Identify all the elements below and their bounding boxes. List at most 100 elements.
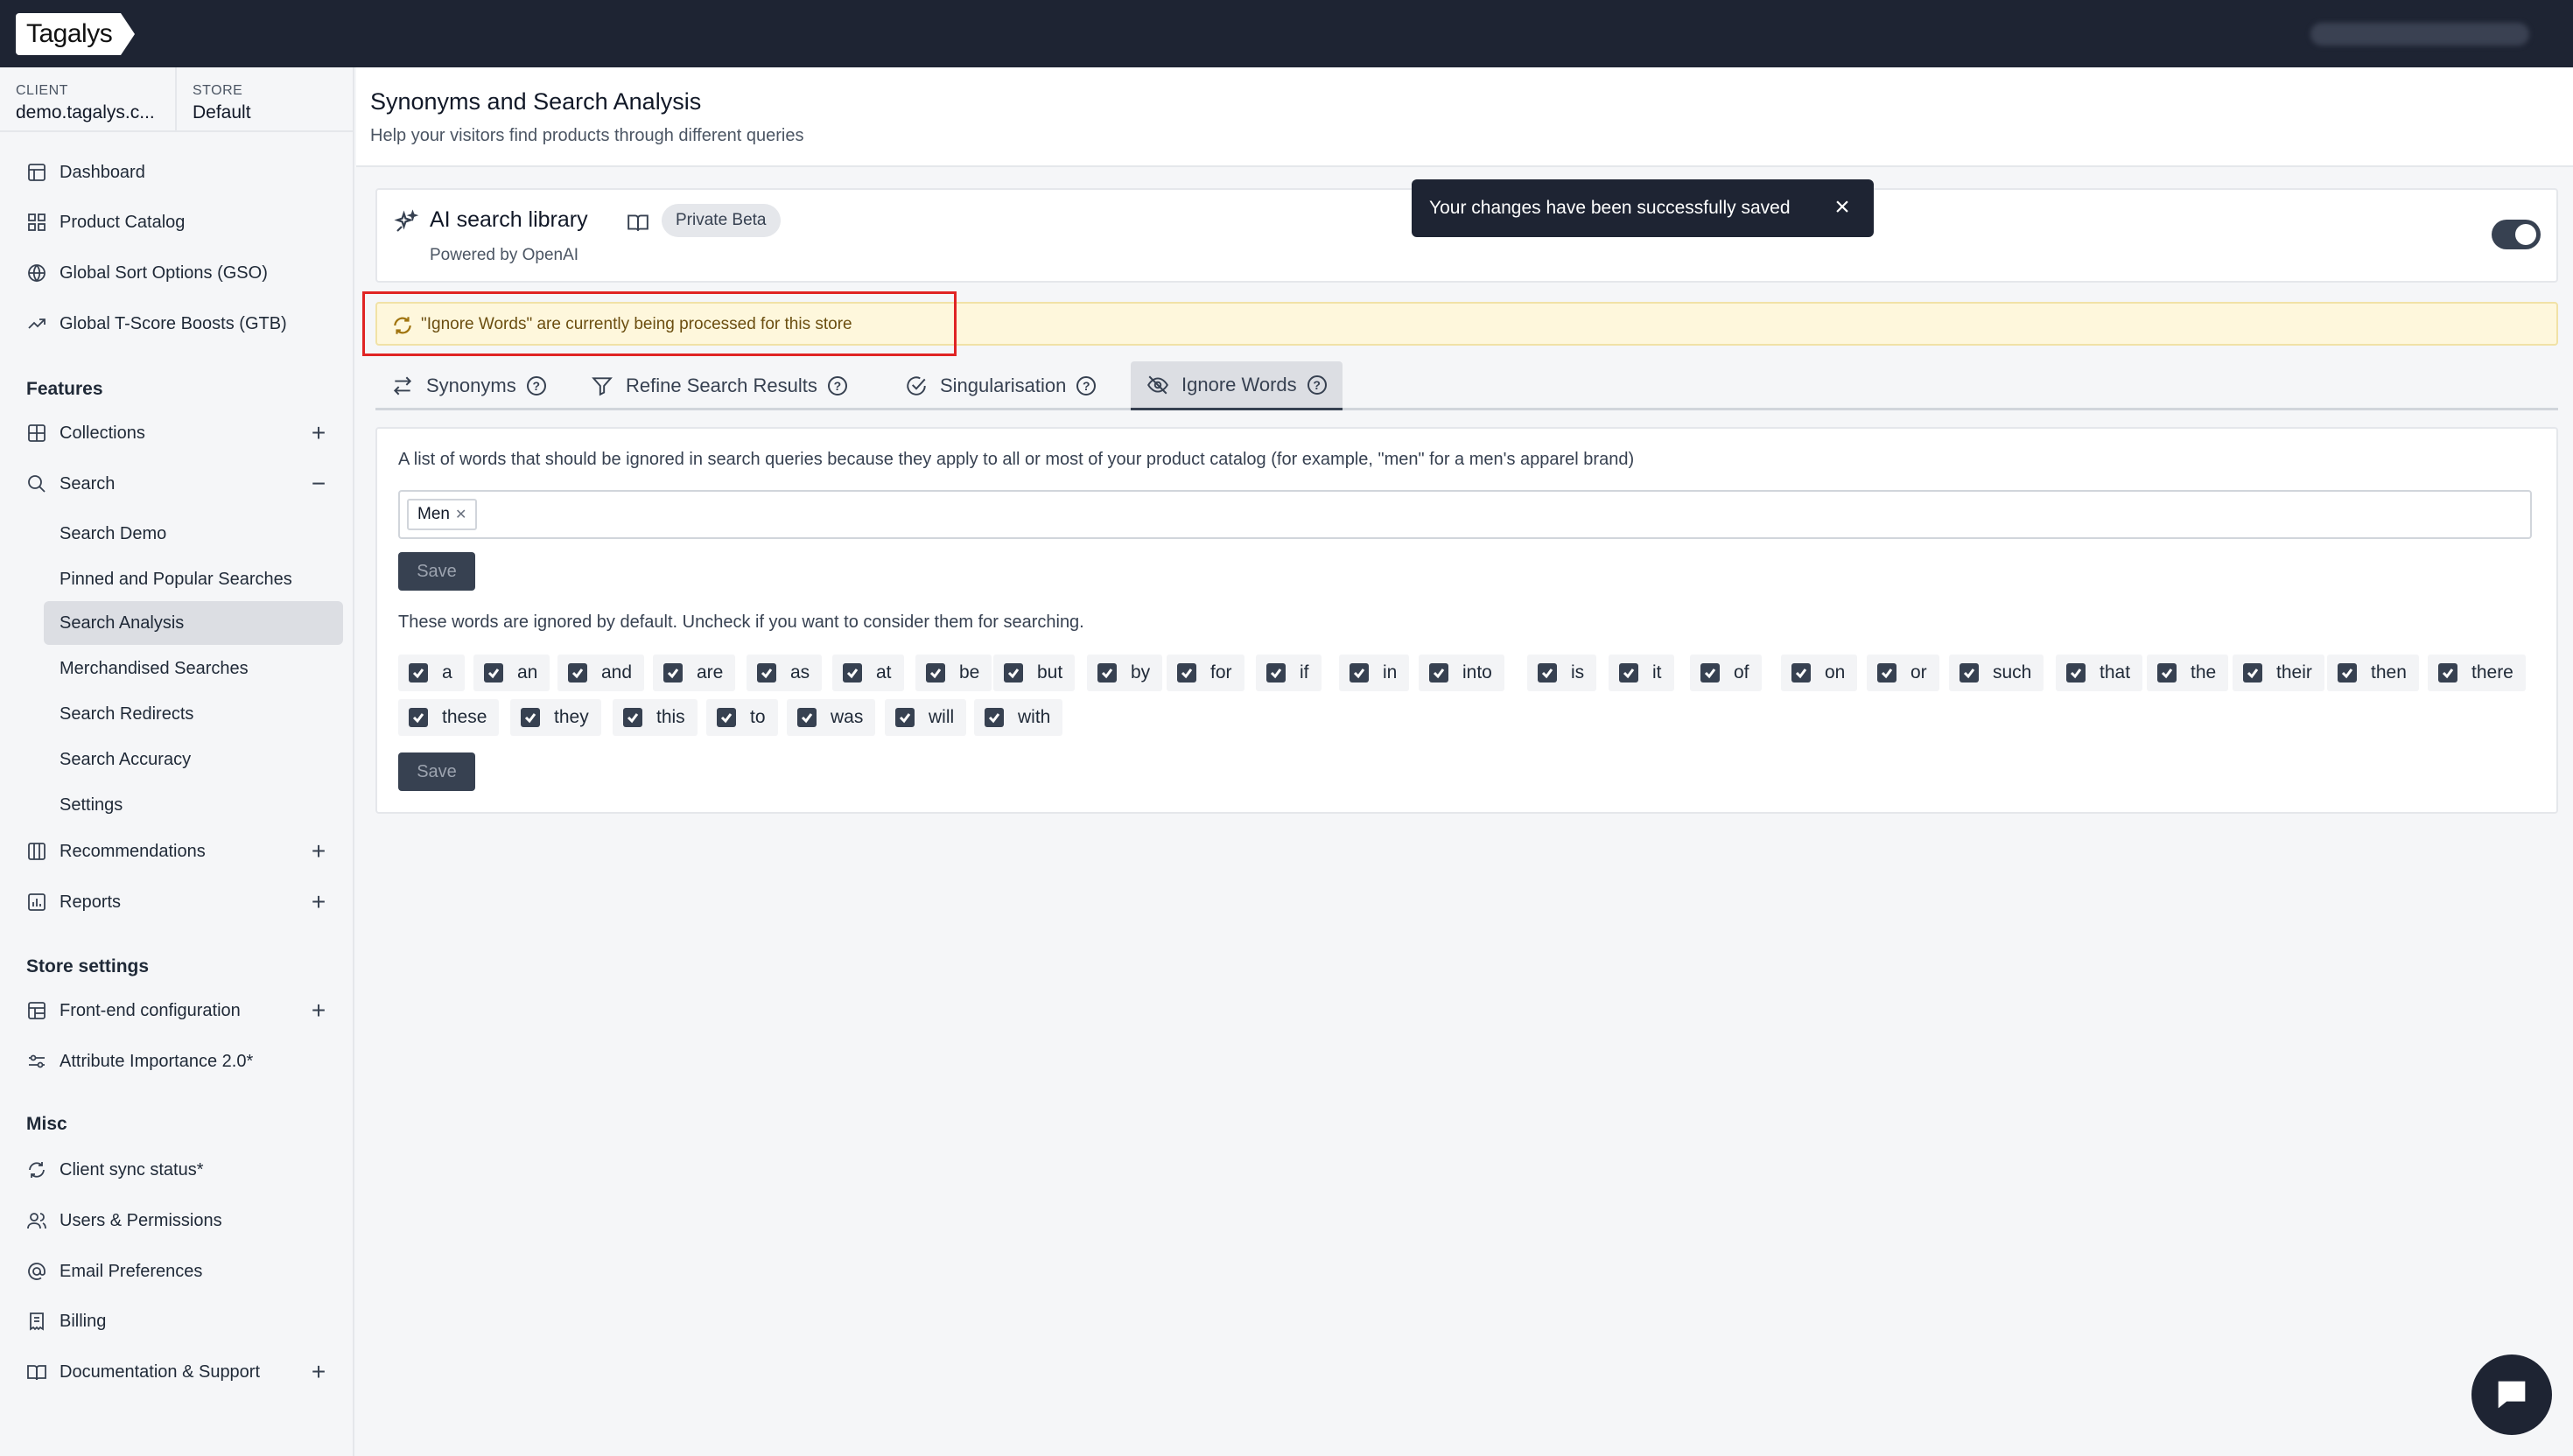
ignore-word-checkbox[interactable]: for [1167,654,1244,691]
ignore-word-checkbox[interactable]: and [557,654,645,691]
ignore-word-checkbox[interactable]: into [1419,654,1504,691]
tab-singularisation[interactable]: Singularisation ? [889,361,1111,410]
sidebar-subitem-accuracy[interactable]: Search Accuracy [44,738,343,781]
client-selector[interactable]: CLIENT demo.tagalys.c... [0,67,177,130]
expand-documentation-button[interactable]: + [308,1360,329,1384]
expand-collections-button[interactable]: + [308,421,329,445]
sidebar-item-dashboard[interactable]: Dashboard [26,155,145,190]
checkbox-checked-icon[interactable] [409,663,428,682]
expand-frontend-config-button[interactable]: + [308,998,329,1023]
save-button[interactable]: Save [398,552,475,591]
ignore-word-checkbox[interactable]: at [832,654,904,691]
ignore-word-checkbox[interactable]: an [473,654,550,691]
ignore-word-checkbox[interactable]: these [398,699,500,736]
sidebar-item-reports[interactable]: Reports [26,885,121,920]
checkbox-checked-icon[interactable] [843,663,862,682]
user-account-menu[interactable] [2310,23,2529,46]
ignore-word-checkbox[interactable]: on [1781,654,1858,691]
sidebar-item-gso[interactable]: Global Sort Options (GSO) [26,256,268,290]
sidebar-item-billing[interactable]: Billing [26,1304,106,1339]
help-icon[interactable]: ? [827,376,847,396]
checkbox-checked-icon[interactable] [1097,663,1117,682]
ignore-word-checkbox[interactable]: that [2056,654,2143,691]
expand-reports-button[interactable]: + [308,890,329,914]
sidebar-item-email-preferences[interactable]: Email Preferences [26,1254,202,1289]
ignore-word-checkbox[interactable]: by [1087,654,1163,691]
sidebar-item-product-catalog[interactable]: Product Catalog [26,205,185,240]
checkbox-checked-icon[interactable] [1350,663,1369,682]
checkbox-checked-icon[interactable] [1004,663,1023,682]
ignore-word-checkbox[interactable]: a [398,654,465,691]
checkbox-checked-icon[interactable] [2066,663,2086,682]
ignore-word-checkbox[interactable]: if [1256,654,1322,691]
checkbox-checked-icon[interactable] [2243,663,2262,682]
save-defaults-button[interactable]: Save [398,752,475,791]
checkbox-checked-icon[interactable] [1700,663,1720,682]
tab-refine-search-results[interactable]: Refine Search Results ? [575,361,863,410]
checkbox-checked-icon[interactable] [1877,663,1896,682]
ignore-word-checkbox[interactable]: their [2233,654,2324,691]
tab-ignore-words[interactable]: Ignore Words ? [1131,361,1343,410]
sidebar-item-users-permissions[interactable]: Users & Permissions [26,1203,222,1238]
sidebar-subitem-pinned-popular[interactable]: Pinned and Popular Searches [44,557,343,601]
checkbox-checked-icon[interactable] [2438,663,2457,682]
tab-synonyms[interactable]: Synonyms ? [375,361,562,410]
sidebar-item-recommendations[interactable]: Recommendations [26,834,206,869]
checkbox-checked-icon[interactable] [1538,663,1557,682]
sidebar-item-collections[interactable]: Collections [26,416,145,451]
checkbox-checked-icon[interactable] [797,708,817,727]
checkbox-checked-icon[interactable] [2338,663,2357,682]
ignore-word-checkbox[interactable]: to [706,699,778,736]
ignore-word-checkbox[interactable]: as [747,654,823,691]
checkbox-checked-icon[interactable] [1429,663,1448,682]
help-icon[interactable]: ? [1076,376,1097,396]
book-open-icon[interactable] [627,211,649,234]
ignore-word-checkbox[interactable]: with [974,699,1063,736]
help-icon[interactable]: ? [1307,374,1327,395]
close-icon[interactable]: × [1830,194,1854,220]
checkbox-checked-icon[interactable] [1960,663,1979,682]
sidebar-item-gtb[interactable]: Global T-Score Boosts (GTB) [26,306,287,341]
checkbox-checked-icon[interactable] [521,708,540,727]
checkbox-checked-icon[interactable] [663,663,683,682]
sidebar-item-client-sync[interactable]: Client sync status* [26,1152,204,1187]
ignore-word-checkbox[interactable]: is [1527,654,1597,691]
help-icon[interactable]: ? [526,376,546,396]
store-selector[interactable]: STORE Default [177,67,267,130]
ignore-word-checkbox[interactable]: the [2147,654,2229,691]
ignore-word-checkbox[interactable]: but [993,654,1076,691]
checkbox-checked-icon[interactable] [1266,663,1286,682]
checkbox-checked-icon[interactable] [895,708,915,727]
ignore-word-checkbox[interactable]: then [2327,654,2419,691]
ignore-word-checkbox[interactable]: there [2428,654,2526,691]
checkbox-checked-icon[interactable] [1791,663,1811,682]
checkbox-checked-icon[interactable] [623,708,642,727]
ai-search-toggle[interactable] [2492,220,2541,249]
checkbox-checked-icon[interactable] [717,708,736,727]
sidebar-item-documentation[interactable]: Documentation & Support [26,1354,260,1390]
expand-recommendations-button[interactable]: + [308,839,329,864]
ignore-word-checkbox[interactable]: will [885,699,967,736]
sidebar-item-search[interactable]: Search [26,466,115,501]
sidebar-item-attribute-importance[interactable]: Attribute Importance 2.0* [26,1044,253,1079]
sidebar-subitem-settings[interactable]: Settings [44,783,343,827]
sidebar-subitem-search-demo[interactable]: Search Demo [44,512,343,556]
remove-chip-icon[interactable]: ✕ [455,506,466,523]
checkbox-checked-icon[interactable] [1177,663,1196,682]
ignore-word-checkbox[interactable]: of [1690,654,1762,691]
ignore-word-checkbox[interactable]: in [1339,654,1410,691]
checkbox-checked-icon[interactable] [1619,663,1638,682]
sidebar-subitem-redirects[interactable]: Search Redirects [44,692,343,736]
sidebar-subitem-merchandised[interactable]: Merchandised Searches [44,647,343,690]
collapse-search-button[interactable]: − [308,472,329,496]
chat-widget-button[interactable] [2471,1354,2552,1435]
ignore-word-checkbox[interactable]: it [1609,654,1674,691]
ignore-word-checkbox[interactable]: or [1867,654,1939,691]
sidebar-subitem-search-analysis[interactable]: Search Analysis [44,601,343,645]
ignore-word-checkbox[interactable]: be [915,654,992,691]
sidebar-item-frontend-config[interactable]: Front-end configuration [26,993,241,1028]
ignore-words-input[interactable]: Men ✕ [398,490,2532,539]
checkbox-checked-icon[interactable] [568,663,587,682]
ignore-word-checkbox[interactable]: such [1949,654,2044,691]
ignore-word-checkbox[interactable]: are [653,654,736,691]
